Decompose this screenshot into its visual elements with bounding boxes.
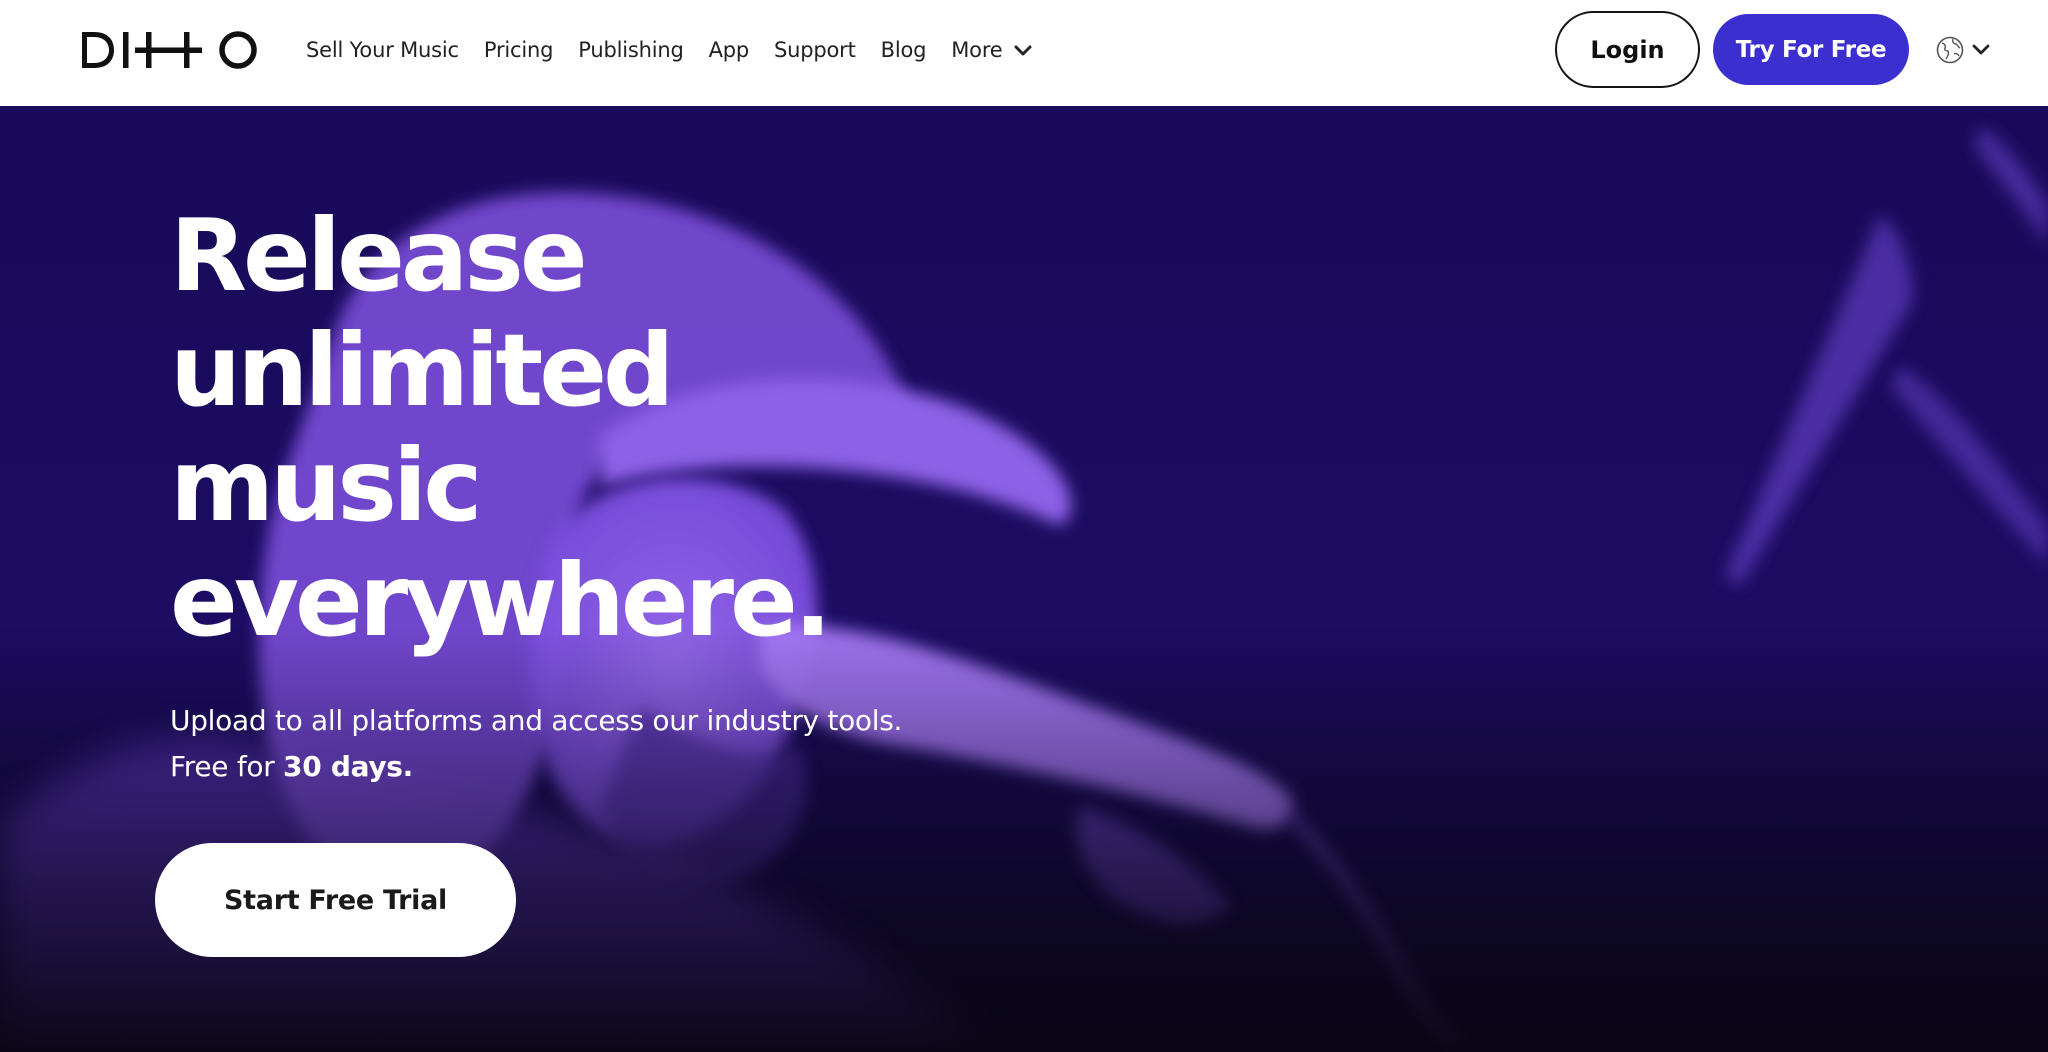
start-free-trial-button[interactable]: Start Free Trial [155,843,516,957]
nav-more-label: More [951,38,1003,62]
hero-headline: Release unlimited music everywhere. [170,198,930,658]
nav-link-sell-your-music[interactable]: Sell Your Music [306,38,459,62]
nav-link-publishing[interactable]: Publishing [578,38,684,62]
globe-icon [1936,36,1964,64]
nav-links: Sell Your Music Pricing Publishing App S… [306,0,1058,100]
hero-content: Release unlimited music everywhere. Uplo… [170,198,930,790]
headline-line-3: music [170,427,482,544]
chevron-down-icon [1014,45,1032,56]
hero-section: Release unlimited music everywhere. Uplo… [0,106,2048,1052]
nav-link-support[interactable]: Support [774,38,856,62]
nav-more-dropdown[interactable]: More [951,38,1032,62]
try-for-free-button[interactable]: Try For Free [1713,14,1909,85]
headline-line-2: unlimited [170,312,675,429]
hero-subtext-trial-period: 30 days. [283,750,413,783]
ditto-logo[interactable] [80,30,260,70]
language-selector[interactable] [1936,34,1998,66]
nav-link-pricing[interactable]: Pricing [484,38,554,62]
nav-link-app[interactable]: App [709,38,750,62]
headline-line-1: Release [170,197,588,314]
hero-subtext-main: Upload to all platforms and access our i… [170,704,903,783]
chevron-down-icon [1972,44,1990,55]
login-button[interactable]: Login [1555,11,1700,88]
headline-line-4: everywhere. [170,542,832,659]
nav-link-blog[interactable]: Blog [881,38,927,62]
top-navigation: Sell Your Music Pricing Publishing App S… [0,0,2048,106]
hero-subtext: Upload to all platforms and access our i… [170,698,930,790]
